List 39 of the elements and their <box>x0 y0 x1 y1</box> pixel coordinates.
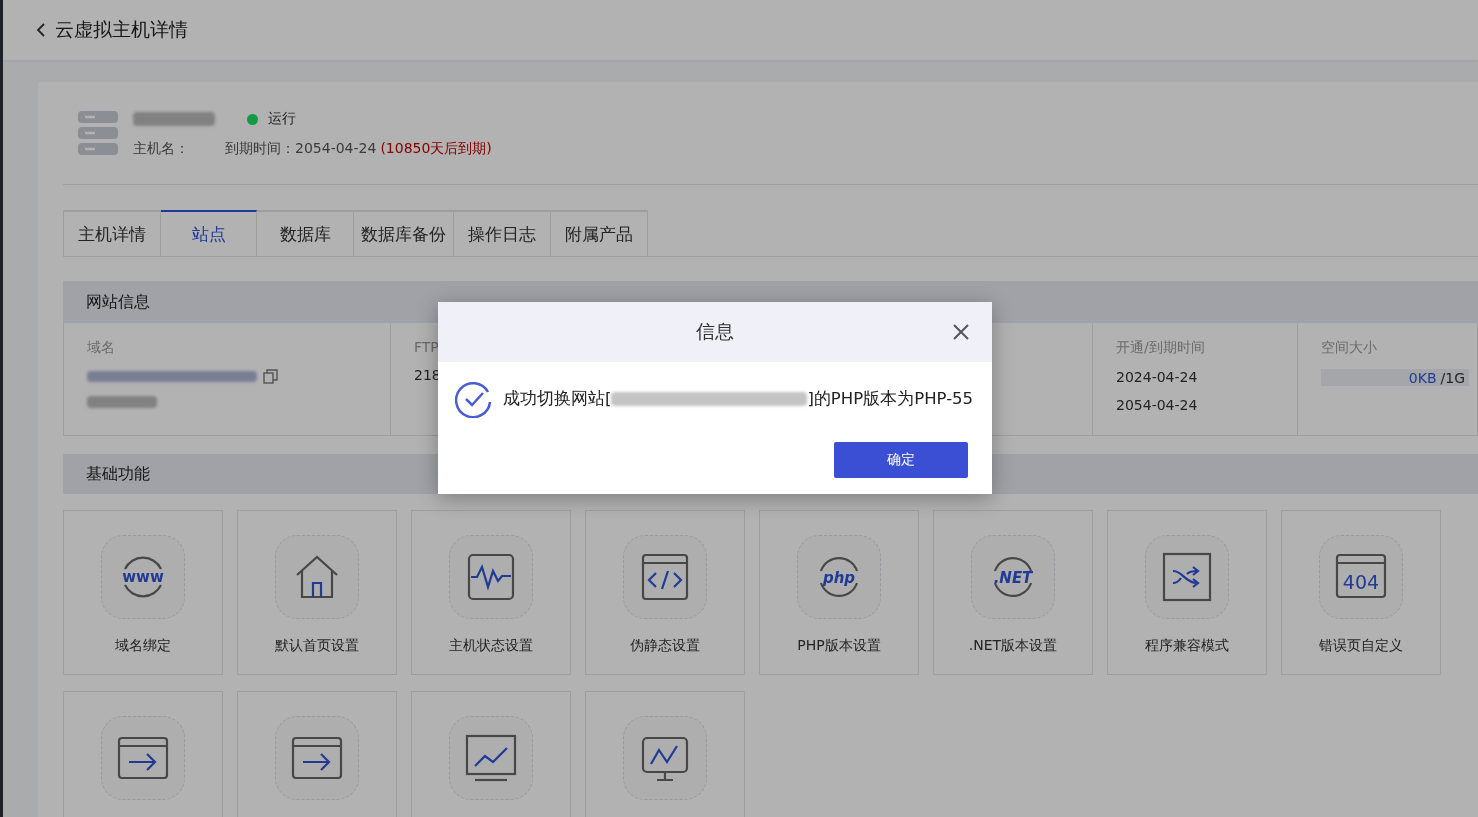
message-text: ]的PHP版本为PHP-55 <box>807 388 974 410</box>
feature-card[interactable]: 404 错误页自定义 <box>1281 510 1441 675</box>
expire-date: 到期时间：2054-04-24 <box>225 140 377 158</box>
feature-card[interactable]: 程序兼容模式 <box>1107 510 1267 675</box>
date-value: 2024-04-24 <box>1116 369 1199 385</box>
feature-card[interactable]: 伪静态设置 <box>585 510 745 675</box>
back-icon[interactable] <box>35 22 47 38</box>
column-label: 开通/到期时间 <box>1116 339 1206 357</box>
page-title: 云虚拟主机详情 <box>55 17 188 42</box>
used-space: 0KB <box>1408 369 1437 386</box>
server-icon <box>77 110 119 156</box>
feature-card[interactable] <box>63 691 223 817</box>
column-label: 空间大小 <box>1321 339 1378 357</box>
expire-remaining: (10850天后到期) <box>380 140 492 158</box>
feature-card[interactable] <box>411 691 571 817</box>
message-text: 成功切换网站[ <box>503 388 612 410</box>
feature-card[interactable]: 默认首页设置 <box>237 510 397 675</box>
check-circle-icon <box>455 380 493 418</box>
tab[interactable]: 附属产品 <box>551 210 648 256</box>
redacted-text <box>87 396 157 408</box>
feature-card[interactable]: .NET .NET版本设置 <box>933 510 1093 675</box>
feature-card[interactable]: 主机状态设置 <box>411 510 571 675</box>
copy-icon[interactable] <box>263 369 278 384</box>
feature-card[interactable] <box>585 691 745 817</box>
feature-card[interactable]: php PHP版本设置 <box>759 510 919 675</box>
date-value: 2054-04-24 <box>1116 397 1199 413</box>
tab[interactable]: 主机详情 <box>63 210 161 256</box>
hostname-label: 主机名： <box>133 140 189 158</box>
tab[interactable]: 操作日志 <box>454 210 551 256</box>
tab[interactable]: 数据库 <box>257 210 354 256</box>
tab[interactable]: 数据库备份 <box>354 210 454 256</box>
column-label: 域名 <box>87 339 116 357</box>
column-label: FTP <box>414 339 440 355</box>
total-space: /1G <box>1440 369 1465 386</box>
confirm-button[interactable]: 确定 <box>834 442 968 478</box>
status-label: 运行 <box>268 110 296 128</box>
feature-card[interactable]: www 域名绑定 <box>63 510 223 675</box>
feature-card[interactable] <box>237 691 397 817</box>
tab[interactable]: 站点 <box>161 210 257 256</box>
